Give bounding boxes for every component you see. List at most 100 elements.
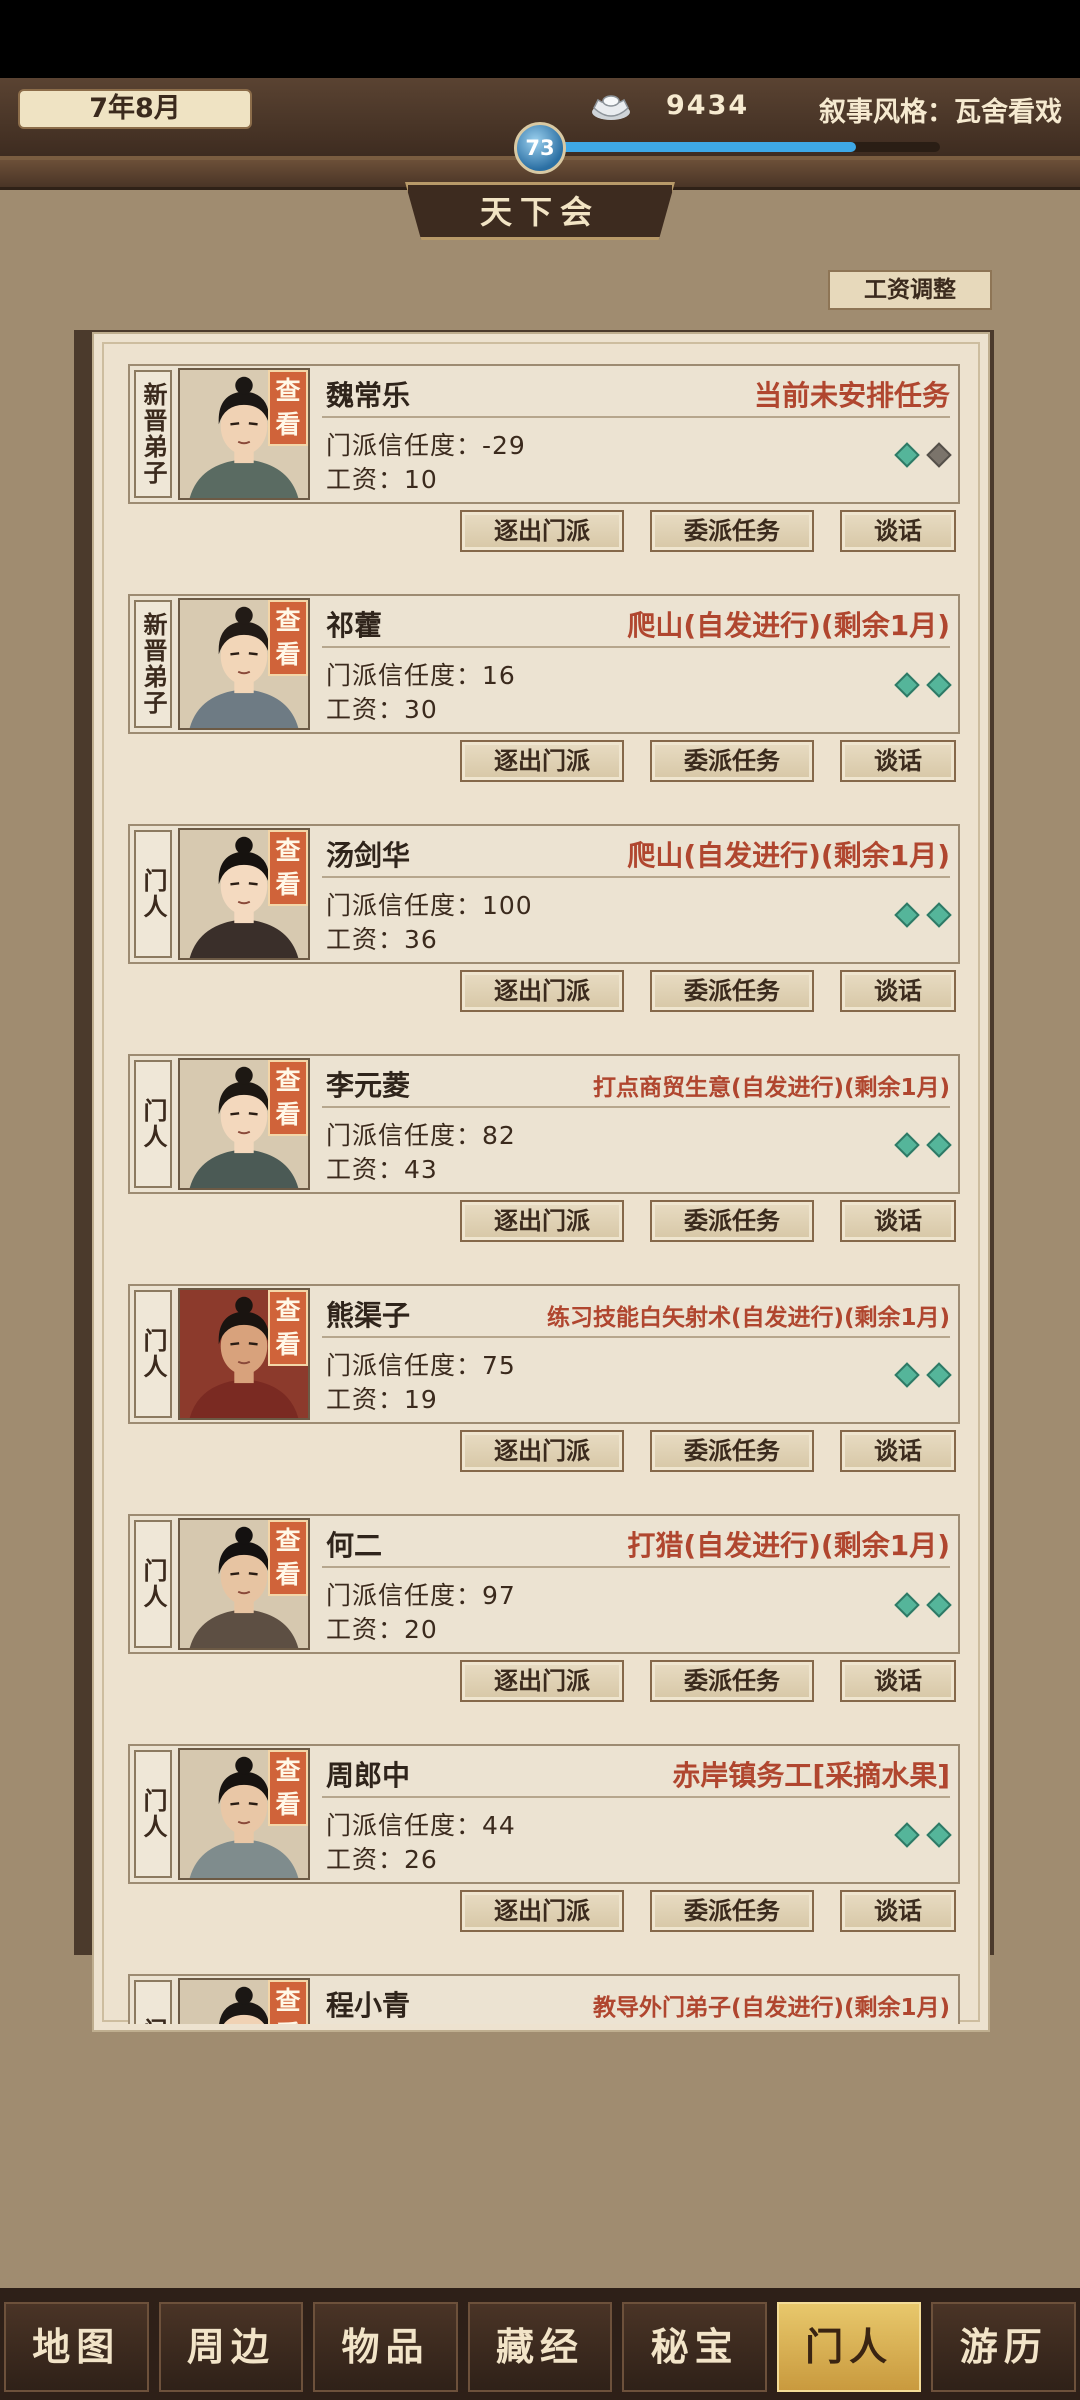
member-name: 熊渠子 [326, 1299, 411, 1332]
expel-button[interactable]: 逐出门派 [460, 970, 624, 1012]
member-card: 门人 查看 何二 打猎(自发进行)(剩余1月) 门派信任度：97 工资：20 [128, 1514, 960, 1654]
member-list[interactable]: 新晋弟子 查看 魏常乐 当前未安排任务 门派信任度：-29 工资：10 逐出门派 委派任务 谈话… [94, 334, 988, 2024]
aptitude-diamond-icon [894, 1132, 920, 1158]
assign-task-button[interactable]: 委派任务 [650, 1890, 814, 1932]
member-portrait[interactable]: 查看 [178, 828, 310, 960]
nav-tab[interactable]: 秘宝 [622, 2302, 767, 2392]
nav-tab[interactable]: 藏经 [467, 2302, 613, 2392]
member-card: 门人 查看 熊渠子 练习技能白矢射术(自发进行)(剩余1月) 门派信任度：75 工资：19 [128, 1284, 960, 1424]
member-task-status: 打猎(自发进行)(剩余1月) [627, 1529, 950, 1562]
member-name: 程小青 [326, 1989, 411, 2022]
aptitude-diamonds [894, 902, 952, 928]
narrative-style[interactable]: 叙事风格：瓦舍看戏 [819, 90, 1062, 129]
member-wage: 工资：19 [326, 1385, 438, 1414]
nav-tab[interactable]: 地图 [4, 2302, 149, 2392]
expel-button[interactable]: 逐出门派 [460, 740, 624, 782]
nav-tab[interactable]: 门人 [776, 2302, 922, 2392]
assign-task-button[interactable]: 委派任务 [650, 1200, 814, 1242]
talk-button[interactable]: 谈话 [840, 510, 956, 552]
member-wage: 工资：26 [326, 1845, 438, 1874]
expel-button[interactable]: 逐出门派 [460, 1200, 624, 1242]
assign-task-button[interactable]: 委派任务 [650, 1660, 814, 1702]
expel-button[interactable]: 逐出门派 [460, 510, 624, 552]
member-portrait[interactable]: 查看 [178, 1058, 310, 1190]
member-rank: 门人 [134, 1980, 172, 2024]
talk-button[interactable]: 谈话 [840, 1430, 956, 1472]
aptitude-diamonds [894, 672, 952, 698]
member-actions: 逐出门派 委派任务 谈话 [128, 970, 960, 1014]
talk-button[interactable]: 谈话 [840, 1890, 956, 1932]
talk-button[interactable]: 谈话 [840, 1660, 956, 1702]
member-trust: 门派信任度：82 [326, 1121, 516, 1150]
member-actions: 逐出门派 委派任务 谈话 [128, 1200, 960, 1244]
card-divider [322, 1106, 950, 1108]
view-member-button[interactable]: 查看 [268, 600, 308, 676]
nav-tab[interactable]: 周边 [158, 2302, 304, 2392]
nav-tab[interactable]: 游历 [931, 2302, 1077, 2392]
member-task-status: 赤岸镇务工[采摘水果] [672, 1759, 950, 1792]
member-portrait[interactable]: 查看 [178, 1518, 310, 1650]
view-member-button[interactable]: 查看 [268, 1060, 308, 1136]
talk-button[interactable]: 谈话 [840, 970, 956, 1012]
aptitude-diamond-icon [926, 1362, 952, 1388]
member-task-status: 练习技能白矢射术(自发进行)(剩余1月) [546, 1305, 950, 1331]
expel-button[interactable]: 逐出门派 [460, 1660, 624, 1702]
silver-ingot-icon [592, 95, 630, 120]
member-rank: 门人 [134, 1750, 172, 1878]
member-task-status: 教导外门弟子(自发进行)(剩余1月) [592, 1995, 950, 2021]
aptitude-diamond-icon [926, 1822, 952, 1848]
member-portrait[interactable]: 查看 [178, 1288, 310, 1420]
view-member-button[interactable]: 查看 [268, 830, 308, 906]
top-bar: 7年8月 9434 叙事风格：瓦舍看戏 73 [0, 78, 1080, 174]
member-rank: 新晋弟子 [134, 370, 172, 498]
member-entry: 新晋弟子 查看 祁藿 爬山(自发进行)(剩余1月) 门派信任度：16 工资：30 逐出门派委… [128, 594, 960, 804]
member-portrait[interactable]: 查看 [178, 368, 310, 500]
view-member-button[interactable]: 查看 [268, 370, 308, 446]
card-divider [322, 646, 950, 648]
talk-button[interactable]: 谈话 [840, 740, 956, 782]
member-rank: 门人 [134, 1290, 172, 1418]
member-name: 汤剑华 [326, 839, 411, 872]
card-divider [322, 1566, 950, 1568]
member-rank: 新晋弟子 [134, 600, 172, 728]
member-wage: 工资：36 [326, 925, 438, 954]
assign-task-button[interactable]: 委派任务 [650, 510, 814, 552]
nav-tab[interactable]: 物品 [313, 2302, 458, 2392]
member-rank: 门人 [134, 1060, 172, 1188]
assign-task-button[interactable]: 委派任务 [650, 970, 814, 1012]
member-portrait[interactable]: 查看 [178, 1978, 310, 2024]
member-name: 何二 [326, 1529, 383, 1562]
sect-name-plaque: 天下会 [405, 182, 675, 240]
member-actions: 逐出门派 委派任务 谈话 [128, 1890, 960, 1934]
member-entry: 门人 查看 李元菱 打点商贸生意(自发进行)(剩余1月) 门派信任度：82 工资：43 逐出… [128, 1054, 960, 1264]
member-task-status: 爬山(自发进行)(剩余1月) [627, 839, 950, 872]
card-divider [322, 1336, 950, 1338]
aptitude-diamond-icon [894, 442, 920, 468]
member-portrait[interactable]: 查看 [178, 1748, 310, 1880]
level-badge[interactable]: 73 [514, 122, 566, 174]
view-member-button[interactable]: 查看 [268, 1290, 308, 1366]
assign-task-button[interactable]: 委派任务 [650, 1430, 814, 1472]
card-divider [322, 876, 950, 878]
member-trust: 门派信任度：97 [326, 1581, 516, 1610]
view-member-button[interactable]: 查看 [268, 1750, 308, 1826]
member-wage: 工资：43 [326, 1155, 438, 1184]
card-divider [322, 1796, 950, 1798]
level-progress-fill [560, 142, 857, 152]
member-portrait[interactable]: 查看 [178, 598, 310, 730]
member-trust: 门派信任度：100 [326, 891, 533, 920]
aptitude-diamonds [894, 1132, 952, 1158]
expel-button[interactable]: 逐出门派 [460, 1430, 624, 1472]
wage-adjust-button[interactable]: 工资调整 [828, 270, 992, 310]
aptitude-diamond-icon [926, 902, 952, 928]
talk-button[interactable]: 谈话 [840, 1200, 956, 1242]
assign-task-button[interactable]: 委派任务 [650, 740, 814, 782]
aptitude-diamond-icon [926, 1592, 952, 1618]
level-progress-bar [560, 142, 940, 152]
aptitude-diamond-icon [926, 1132, 952, 1158]
view-member-button[interactable]: 查看 [268, 1980, 308, 2024]
expel-button[interactable]: 逐出门派 [460, 1890, 624, 1932]
member-card: 新晋弟子 查看 祁藿 爬山(自发进行)(剩余1月) 门派信任度：16 工资：30 [128, 594, 960, 734]
view-member-button[interactable]: 查看 [268, 1520, 308, 1596]
aptitude-diamond-icon [894, 902, 920, 928]
